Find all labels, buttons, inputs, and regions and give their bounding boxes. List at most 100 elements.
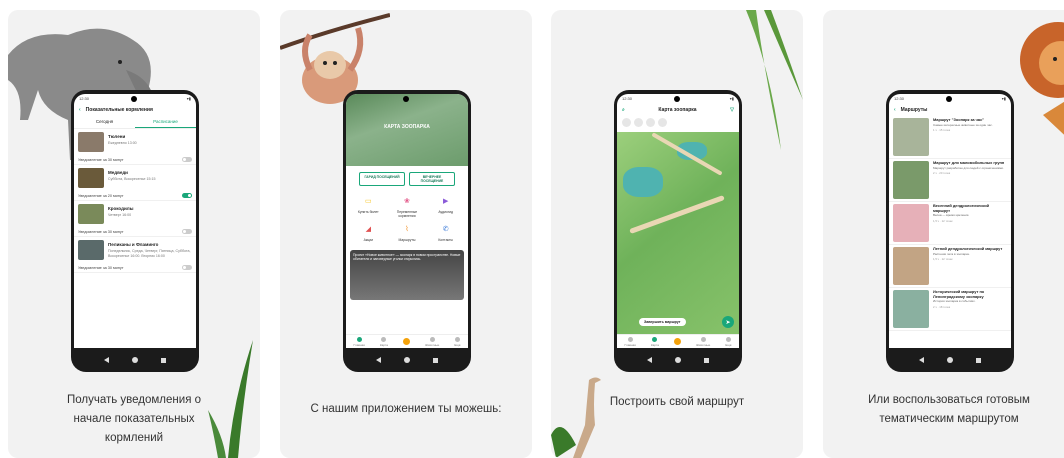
route-item[interactable]: Маршрут для маломобильных групп Маршрут р… [889,159,1011,202]
notify-label: Уведомление за 20 минут [78,193,124,198]
zoo-map[interactable]: Завершить маршрут ➤ [617,132,739,334]
tab-home[interactable]: Главная [353,336,365,347]
filter-chip[interactable] [646,118,655,127]
route-info: Маршрут "Зоопарк за час" Самые интересные… [933,117,993,156]
menu-icon: ❀ [404,198,410,205]
tab-ticket[interactable] [402,337,410,346]
ticket-icon [673,337,681,345]
nav-home-icon[interactable] [403,357,410,363]
filter-chip[interactable] [658,118,667,127]
bamboo-leaves-illustration [746,10,803,150]
filter-chip[interactable] [622,118,631,127]
map-road [629,195,725,234]
nav-home-icon[interactable] [674,357,681,363]
nav-recent-icon[interactable] [432,357,438,363]
tab-schedule[interactable]: Расписание [135,116,196,128]
tab-animals[interactable]: Животные [696,336,710,347]
filter-chip[interactable] [634,118,643,127]
notify-row: Уведомление за 30 минут [74,155,196,165]
feeding-info: Крокодилы Четверг 16:00 [108,204,133,224]
feature-card-feeding: 12:30 ▾▮ ‹ Показательные кормления Сегодн… [8,10,260,458]
notify-toggle[interactable] [182,193,192,198]
route-item[interactable]: Исторический маршрут по Ленинградскому з… [889,288,1011,331]
nav-recent-icon[interactable] [703,357,709,363]
tab-label: Главная [624,342,636,347]
menu-label: Контакты [438,238,453,242]
route-meta: 1 ч · 15 точек [933,128,951,133]
menu-item[interactable]: ▭ Купить билет [350,194,387,218]
feature-card-home: КАРТА ЗООПАРКА ГАРИД ПОСЕЩЕНИЙ ВЕЧЕРНЕЕ … [280,10,532,458]
routes-list: Маршрут "Зоопарк за час" Самые интересные… [889,116,1011,331]
map-icon [381,336,387,342]
notify-toggle[interactable] [182,157,192,162]
route-item[interactable]: Весенний дендрологический маршрут Весна —… [889,202,1011,245]
hero-buttons: ГАРИД ПОСЕЩЕНИЙ ВЕЧЕРНЕЕ ПОСЕЩЕНИЕ [346,172,468,186]
card-caption: Построить свой маршрут [609,396,745,408]
tab-more[interactable]: Ещё [454,336,460,347]
back-arrow-icon[interactable]: ‹ [894,107,896,113]
tab-map[interactable]: Карта [380,336,388,347]
more-icon [454,336,460,342]
route-title: Весенний дендрологический маршрут [933,203,989,213]
tab-today[interactable]: Сегодня [74,116,135,128]
visit-guide-button[interactable]: ГАРИД ПОСЕЩЕНИЙ [359,172,405,186]
menu-label: Акции [363,238,374,242]
tab-animals[interactable]: Животные [425,336,439,347]
nav-recent-icon[interactable] [975,357,981,363]
ostrich-illustration [551,377,601,458]
menu-label: Переменные кормления [396,210,418,218]
tab-home[interactable]: Главная [624,336,636,347]
nav-home-icon[interactable] [946,357,953,363]
evening-visit-button[interactable]: ВЕЧЕРНЕЕ ПОСЕЩЕНИЕ [409,172,455,186]
home-icon [356,336,362,342]
notify-toggle[interactable] [182,265,192,270]
nav-back-icon[interactable] [919,357,925,363]
notify-toggle[interactable] [182,229,192,234]
tab-label: Ещё [725,342,732,347]
menu-label: Аудиогид [438,210,453,214]
route-item[interactable]: Летний дендрологический маршрут Растения … [889,245,1011,288]
phone-mockup: 12:30 ▾▮ ‹ Показательные кормления Сегодн… [71,90,199,372]
route-description: История зоопарка в событиях. [933,299,976,304]
feature-menu: ▭ Купить билет ❀ Переменные кормления ▶ Аудио… [346,186,468,250]
feeding-item[interactable]: Пеликаны и Фламинго Понедельник, Среда, Ч… [74,237,196,273]
tab-map[interactable]: Карта [651,336,659,347]
animal-thumbnail [78,132,104,152]
back-arrow-icon[interactable]: ‹ [79,107,81,113]
navigate-icon[interactable]: ➤ [722,316,734,328]
menu-item[interactable]: ▶ Аудиогид [427,194,464,218]
nav-recent-icon[interactable] [160,357,166,363]
tab-more[interactable]: Ещё [725,336,732,347]
route-meta: 2 ч · 20 точек [933,171,951,176]
menu-item[interactable]: ❀ Переменные кормления [389,194,426,218]
search-icon[interactable]: ⌕ [622,107,625,113]
feeding-item[interactable]: Медведи Суббота, Воскресенье 15:15 Уведомл… [74,165,196,201]
nav-back-icon[interactable] [104,357,110,363]
nav-back-icon[interactable] [647,357,653,363]
route-title: Маршрут "Зоопарк за час" [933,117,985,122]
news-card[interactable]: Проект «Новое животное» — зоопарк в ново… [350,250,464,300]
hero-title: КАРТА ЗООПАРКА [384,124,430,130]
card-caption: Или воспользоваться готовым тематическим… [868,394,1030,425]
menu-item[interactable]: ✆ Контакты [427,222,464,242]
feeding-item[interactable]: Тюлени Ежедневно 13:00 Уведомление за 30 м… [74,129,196,165]
route-item[interactable]: Маршрут "Зоопарк за час" Самые интересные… [889,116,1011,159]
app-bar: ⌕ Карта зоопарка ▽ [617,103,739,116]
route-thumbnail [893,118,929,156]
route-info: Летний дендрологический маршрут Растения … [933,246,1002,285]
tab-ticket[interactable] [673,337,681,346]
nav-home-icon[interactable] [131,357,138,363]
filter-icon[interactable]: ▽ [730,107,734,113]
schedule-tabs: Сегодня Расписание [74,116,196,129]
finish-route-button[interactable]: Завершить маршрут [639,318,686,326]
nav-back-icon[interactable] [376,357,382,363]
android-navbar [71,348,199,372]
menu-icon: ⌇ [405,226,409,233]
menu-item[interactable]: ◢ Акции [350,222,387,242]
app-bar: ‹ Показательные кормления [74,103,196,116]
menu-item[interactable]: ⌇ Маршруты [389,222,426,242]
feeding-item[interactable]: Крокодилы Четверг 16:00 Уведомление за 30 … [74,201,196,237]
hero-banner: КАРТА ЗООПАРКА [346,94,468,166]
route-description: Весна — время цветения. [933,213,970,218]
phone-mockup: КАРТА ЗООПАРКА ГАРИД ПОСЕЩЕНИЙ ВЕЧЕРНЕЕ … [343,90,471,372]
